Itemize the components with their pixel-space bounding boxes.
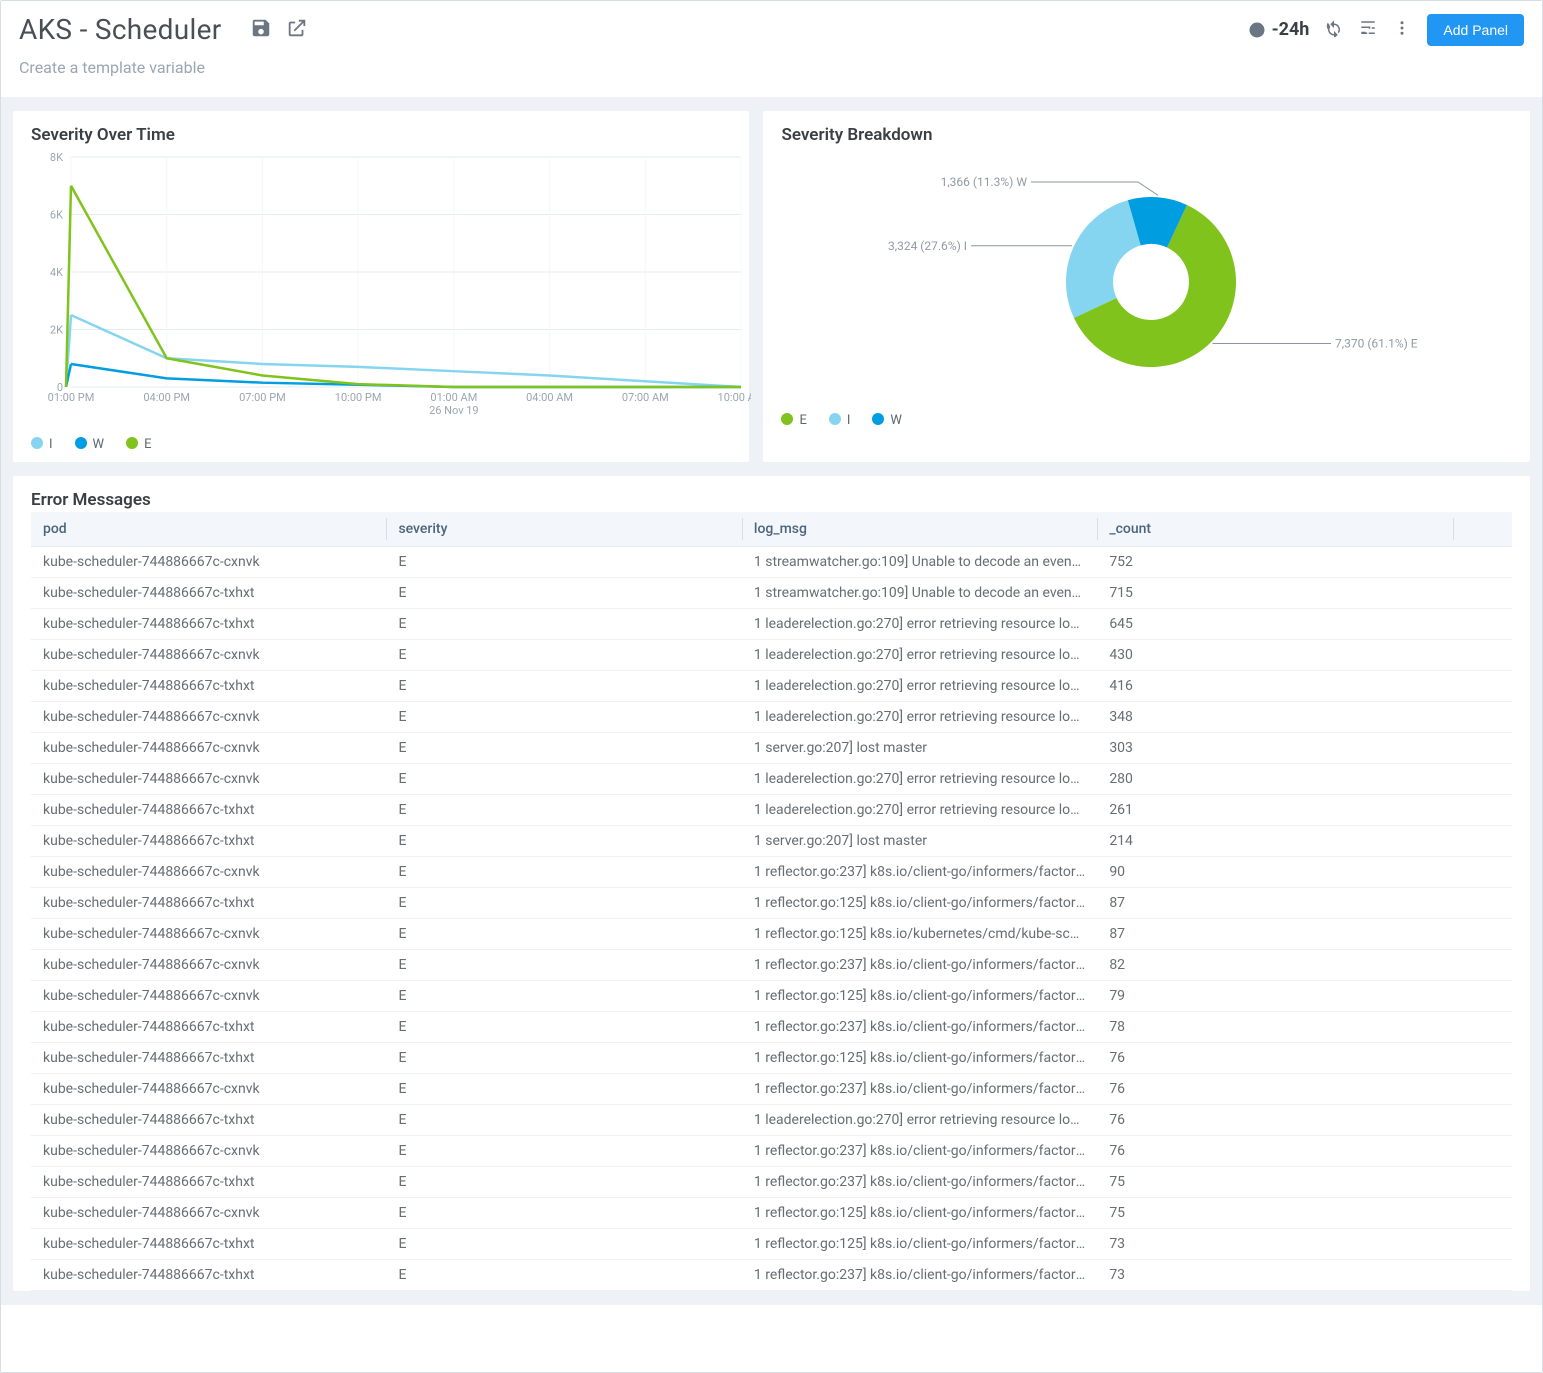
svg-text:10:00 PM: 10:00 PM bbox=[335, 391, 382, 404]
table-row[interactable]: kube-scheduler-744886667c-cxnvkE1 reflec… bbox=[31, 857, 1512, 888]
error-messages-table: podseveritylog_msg_count kube-scheduler-… bbox=[31, 512, 1512, 1291]
table-row[interactable]: kube-scheduler-744886667c-cxnvkE1 reflec… bbox=[31, 919, 1512, 950]
severity-breakdown-chart: 7,370 (61.1%) E 3,324 (27.6%) I 1,366 (11.… bbox=[781, 147, 1512, 407]
table-row[interactable]: kube-scheduler-744886667c-txhxtE1 reflec… bbox=[31, 888, 1512, 919]
svg-text:01:00 AM: 01:00 AM bbox=[430, 391, 477, 404]
legend-item-I[interactable]: I bbox=[31, 437, 53, 452]
severity-over-time-chart: 02K4K6K8K01:00 PM04:00 PM07:00 PM10:00 P… bbox=[31, 147, 751, 427]
svg-text:4K: 4K bbox=[50, 266, 63, 279]
panel-title: Error Messages bbox=[31, 490, 1512, 510]
table-row[interactable]: kube-scheduler-744886667c-cxnvkE1 stream… bbox=[31, 547, 1512, 578]
time-range-label: -24h bbox=[1272, 19, 1310, 40]
table-row[interactable]: kube-scheduler-744886667c-cxnvkE1 reflec… bbox=[31, 1198, 1512, 1229]
table-header-row: podseveritylog_msg_count bbox=[31, 512, 1512, 547]
legend-item-I[interactable]: I bbox=[829, 413, 851, 428]
svg-text:07:00 PM: 07:00 PM bbox=[239, 391, 286, 404]
time-range-picker[interactable]: -24h bbox=[1248, 19, 1310, 40]
page-title: AKS - Scheduler bbox=[19, 13, 222, 46]
refresh-icon[interactable] bbox=[1325, 19, 1343, 41]
table-row[interactable]: kube-scheduler-744886667c-cxnvkE1 server… bbox=[31, 733, 1512, 764]
svg-text:04:00 AM: 04:00 AM bbox=[526, 391, 573, 404]
svg-text:3,324 (27.6%) I: 3,324 (27.6%) I bbox=[888, 239, 967, 253]
table-row[interactable]: kube-scheduler-744886667c-cxnvkE1 reflec… bbox=[31, 950, 1512, 981]
column-header-severity[interactable]: severity bbox=[386, 512, 741, 547]
add-panel-button[interactable]: Add Panel bbox=[1427, 14, 1524, 46]
table-row[interactable]: kube-scheduler-744886667c-txhxtE1 reflec… bbox=[31, 1167, 1512, 1198]
legend-item-E[interactable]: E bbox=[126, 437, 151, 452]
table-row[interactable]: kube-scheduler-744886667c-cxnvkE1 leader… bbox=[31, 764, 1512, 795]
svg-text:7,370 (61.1%) E: 7,370 (61.1%) E bbox=[1335, 337, 1418, 351]
table-row[interactable]: kube-scheduler-744886667c-txhxtE1 leader… bbox=[31, 609, 1512, 640]
table-row[interactable]: kube-scheduler-744886667c-cxnvkE1 leader… bbox=[31, 702, 1512, 733]
error-messages-panel: Error Messages podseveritylog_msg_count … bbox=[13, 476, 1530, 1291]
severity-over-time-panel: Severity Over Time 02K4K6K8K01:00 PM04:0… bbox=[13, 111, 749, 462]
panel-title: Severity Over Time bbox=[31, 125, 731, 145]
pie-legend: EIW bbox=[781, 413, 1512, 428]
line-legend: IWE bbox=[31, 437, 731, 452]
table-row[interactable]: kube-scheduler-744886667c-txhxtE1 stream… bbox=[31, 578, 1512, 609]
svg-text:07:00 AM: 07:00 AM bbox=[622, 391, 669, 404]
save-icon[interactable] bbox=[250, 17, 272, 43]
svg-text:04:00 PM: 04:00 PM bbox=[143, 391, 190, 404]
column-header-pod[interactable]: pod bbox=[31, 512, 386, 547]
svg-text:26 Nov 19: 26 Nov 19 bbox=[429, 404, 479, 417]
legend-item-W[interactable]: W bbox=[872, 413, 902, 428]
table-row[interactable]: kube-scheduler-744886667c-txhxtE1 reflec… bbox=[31, 1260, 1512, 1291]
panel-title: Severity Breakdown bbox=[781, 125, 1512, 145]
settings-icon[interactable] bbox=[1359, 19, 1377, 41]
table-row[interactable]: kube-scheduler-744886667c-txhxtE1 leader… bbox=[31, 795, 1512, 826]
svg-text:1,366 (11.3%) W: 1,366 (11.3%) W bbox=[941, 175, 1028, 189]
severity-breakdown-panel: Severity Breakdown 7,370 (61.1%) E 3,324 … bbox=[763, 111, 1530, 462]
share-icon[interactable] bbox=[286, 17, 308, 43]
table-row[interactable]: kube-scheduler-744886667c-txhxtE1 reflec… bbox=[31, 1012, 1512, 1043]
table-row[interactable]: kube-scheduler-744886667c-cxnvkE1 leader… bbox=[31, 640, 1512, 671]
table-row[interactable]: kube-scheduler-744886667c-txhxtE1 leader… bbox=[31, 1105, 1512, 1136]
svg-text:10:00 AM: 10:00 AM bbox=[718, 391, 751, 404]
table-row[interactable]: kube-scheduler-744886667c-cxnvkE1 reflec… bbox=[31, 981, 1512, 1012]
table-row[interactable]: kube-scheduler-744886667c-txhxtE1 server… bbox=[31, 826, 1512, 857]
table-row[interactable]: kube-scheduler-744886667c-cxnvkE1 reflec… bbox=[31, 1074, 1512, 1105]
table-row[interactable]: kube-scheduler-744886667c-txhxtE1 leader… bbox=[31, 671, 1512, 702]
create-template-variable-link[interactable]: Create a template variable bbox=[1, 52, 1542, 97]
column-header-_count[interactable]: _count bbox=[1097, 512, 1452, 547]
svg-text:8K: 8K bbox=[50, 151, 63, 164]
more-icon[interactable] bbox=[1393, 19, 1411, 41]
svg-text:2K: 2K bbox=[50, 324, 63, 337]
legend-item-E[interactable]: E bbox=[781, 413, 806, 428]
svg-text:01:00 PM: 01:00 PM bbox=[48, 391, 95, 404]
svg-text:6K: 6K bbox=[50, 209, 63, 222]
table-row[interactable]: kube-scheduler-744886667c-txhxtE1 reflec… bbox=[31, 1043, 1512, 1074]
table-row[interactable]: kube-scheduler-744886667c-txhxtE1 reflec… bbox=[31, 1229, 1512, 1260]
table-row[interactable]: kube-scheduler-744886667c-cxnvkE1 reflec… bbox=[31, 1136, 1512, 1167]
legend-item-W[interactable]: W bbox=[75, 437, 105, 452]
column-header-log_msg[interactable]: log_msg bbox=[742, 512, 1097, 547]
